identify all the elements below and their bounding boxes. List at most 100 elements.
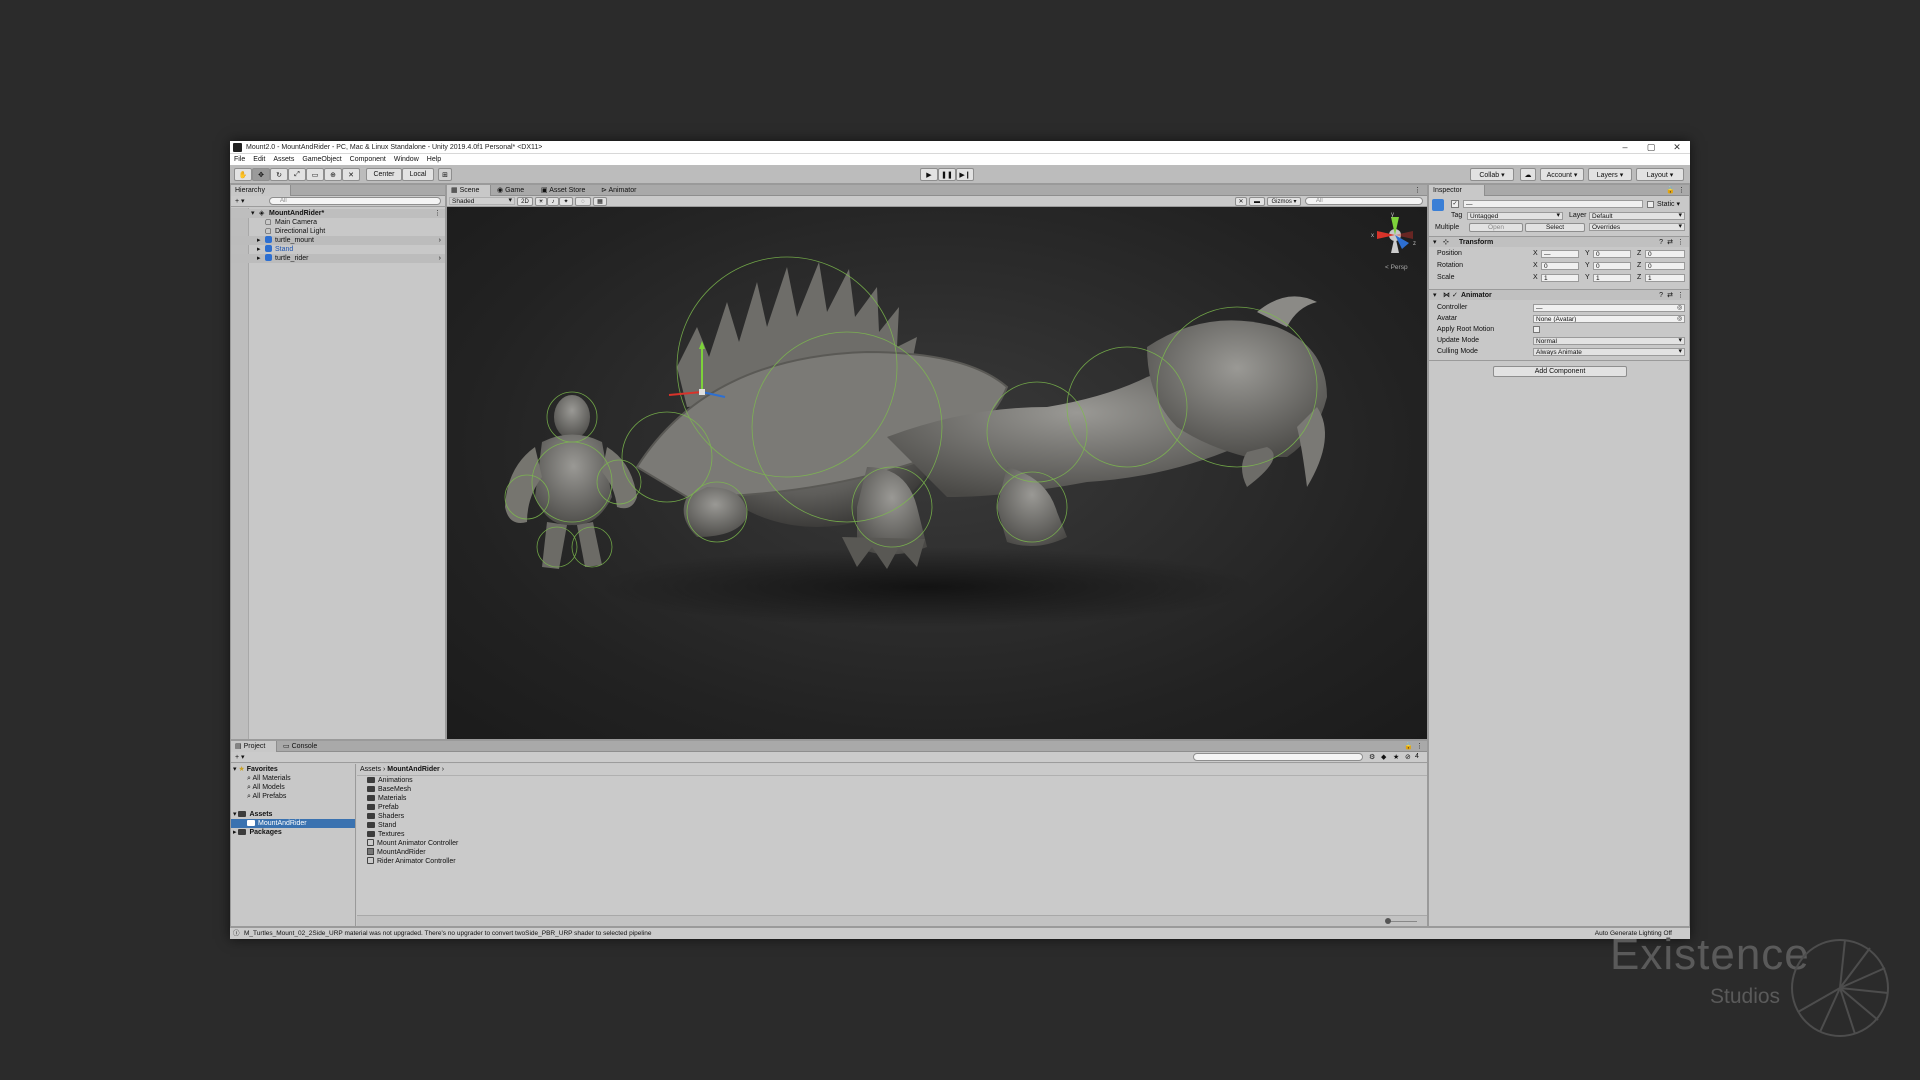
scene-search-input[interactable]: All (1305, 197, 1423, 205)
menu-file[interactable]: File (234, 156, 245, 163)
menu-gameobject[interactable]: GameObject (302, 156, 341, 163)
shading-mode-dropdown[interactable]: Shaded (449, 197, 515, 205)
asset-item[interactable]: MountAndRider (367, 848, 426, 857)
favorite-star-icon[interactable]: ★ (1393, 753, 1399, 761)
tools-icon[interactable]: ✕ (1235, 197, 1247, 206)
minimize-button[interactable]: – (1612, 141, 1638, 154)
object-picker-icon[interactable]: ◎ (1677, 303, 1682, 313)
move-tool-icon[interactable]: ✥ (252, 168, 270, 181)
culling-mode-dropdown[interactable]: Always Animate (1533, 348, 1685, 356)
orientation-gizmo[interactable] (1377, 217, 1413, 253)
foldout-arrow-icon[interactable]: ▾ (233, 811, 237, 818)
object-picker-icon[interactable]: ◎ (1677, 314, 1682, 324)
gameobject-name-field[interactable]: — (1463, 200, 1643, 208)
position-x-field[interactable]: — (1541, 250, 1579, 258)
animator-enabled-checkbox[interactable]: ✓ (1452, 290, 1458, 301)
panel-menu-icon[interactable]: ⋮ (1416, 742, 1423, 750)
rotation-z-field[interactable]: 0 (1645, 262, 1685, 270)
tab-console[interactable]: ▭ Console (279, 741, 325, 752)
asset-item[interactable]: Rider Animator Controller (367, 857, 456, 866)
tab-asset-store[interactable]: ▣ Asset Store (537, 185, 595, 196)
lighting-toggle-icon[interactable]: ☀ (535, 197, 547, 206)
asset-item[interactable]: Materials (367, 794, 406, 803)
hidden-objects-icon[interactable]: ◌ (575, 197, 591, 206)
prefab-select-button[interactable]: Select (1525, 223, 1585, 232)
preset-icon[interactable]: ⇄ (1667, 237, 1673, 248)
favorites-row[interactable]: ▾ ★ Favorites (233, 765, 278, 774)
lock-icon[interactable]: 🔒 (1404, 742, 1413, 750)
active-checkbox[interactable]: ✓ (1451, 200, 1459, 208)
foldout-arrow-icon[interactable]: ▸ (233, 829, 237, 836)
transform-tool-icon[interactable]: ⊕ (324, 168, 342, 181)
scale-z-field[interactable]: 1 (1645, 274, 1685, 282)
add-component-button[interactable]: Add Component (1493, 366, 1627, 377)
foldout-arrow-icon[interactable]: ▾ (1433, 237, 1437, 248)
transform-header[interactable]: ▾ ⊹ Transform ? ⇄ ⋮ (1429, 236, 1689, 247)
foldout-arrow-icon[interactable]: ▾ (233, 766, 237, 773)
component-menu-icon[interactable]: ⋮ (1677, 237, 1684, 248)
position-z-field[interactable]: 0 (1645, 250, 1685, 258)
tab-inspector[interactable]: Inspector (1429, 185, 1485, 196)
asset-item[interactable]: Mount Animator Controller (367, 839, 458, 848)
breadcrumb-mountandrider[interactable]: MountAndRider (387, 766, 440, 773)
asset-item[interactable]: Textures (367, 830, 404, 839)
status-message[interactable]: M_Turtles_Mount_02_2Side_URP material wa… (244, 928, 652, 939)
hierarchy-add-button[interactable]: + ▾ (235, 197, 245, 205)
scene-viewport[interactable]: y x z < Persp (447, 207, 1427, 739)
help-icon[interactable]: ? (1659, 290, 1663, 301)
scene-row[interactable]: ▾ ◈ MountAndRider* ⋮ (231, 209, 445, 218)
pivot-local-toggle[interactable]: Local (402, 168, 434, 181)
effects-toggle-icon[interactable]: ✦ (559, 197, 573, 206)
favorite-all-materials[interactable]: ⌕ All Materials (247, 774, 291, 783)
favorite-all-prefabs[interactable]: ⌕ All Prefabs (247, 792, 286, 801)
hierarchy-item-main-camera[interactable]: ▢ Main Camera (231, 218, 445, 227)
audio-toggle-icon[interactable]: ♪ (547, 197, 559, 206)
icon-size-slider-track[interactable] (1387, 921, 1417, 922)
component-menu-icon[interactable]: ⋮ (1677, 290, 1684, 301)
tab-game[interactable]: ◉ Game (493, 185, 533, 196)
packages-row[interactable]: ▸ Packages (233, 828, 282, 837)
controller-field[interactable]: — (1533, 304, 1685, 312)
2d-toggle[interactable]: 2D (517, 197, 533, 206)
search-by-label-icon[interactable]: ◆ (1381, 753, 1386, 761)
scale-tool-icon[interactable]: ⤢ (288, 168, 306, 181)
asset-item[interactable]: Shaders (367, 812, 404, 821)
foldout-arrow-icon[interactable]: ▾ (1433, 290, 1437, 301)
hidden-packages-icon[interactable]: ⊘ (1405, 753, 1411, 761)
rotate-tool-icon[interactable]: ↻ (270, 168, 288, 181)
grid-toggle-icon[interactable]: ▦ (593, 197, 607, 206)
hierarchy-item-stand[interactable]: ▸ Stand (231, 245, 445, 254)
asset-item[interactable]: BaseMesh (367, 785, 411, 794)
menu-edit[interactable]: Edit (253, 156, 265, 163)
asset-item[interactable]: Prefab (367, 803, 399, 812)
search-by-type-icon[interactable]: ⚙ (1369, 753, 1375, 761)
pause-button[interactable]: ❚❚ (938, 168, 956, 181)
tab-scene[interactable]: ▦ Scene (447, 185, 491, 196)
hierarchy-item-turtle-mount[interactable]: ▸ turtle_mount › (231, 236, 445, 245)
icon-size-slider-handle[interactable] (1385, 918, 1391, 924)
gizmos-dropdown[interactable]: Gizmos ▾ (1267, 197, 1301, 206)
layers-dropdown[interactable]: Layers ▾ (1588, 168, 1632, 181)
prefab-open-button[interactable]: Open (1469, 223, 1523, 232)
snap-icon[interactable]: ⊞ (438, 168, 452, 181)
assets-root-row[interactable]: ▾ Assets (233, 810, 272, 819)
menu-component[interactable]: Component (350, 156, 386, 163)
scale-x-field[interactable]: 1 (1541, 274, 1579, 282)
favorite-all-models[interactable]: ⌕ All Models (247, 783, 285, 792)
help-icon[interactable]: ? (1659, 237, 1663, 248)
hierarchy-item-turtle-rider[interactable]: ▸ turtle_rider › (231, 254, 445, 263)
project-search-input[interactable] (1193, 753, 1363, 761)
close-button[interactable]: ✕ (1664, 141, 1690, 154)
expand-arrow-icon[interactable]: ▸ (257, 254, 261, 263)
tag-dropdown[interactable]: Untagged (1467, 212, 1563, 220)
rect-tool-icon[interactable]: ▭ (306, 168, 324, 181)
custom-tool-icon[interactable]: ✕ (342, 168, 360, 181)
menu-help[interactable]: Help (427, 156, 441, 163)
asset-item[interactable]: Animations (367, 776, 413, 785)
camera-settings-icon[interactable]: ▬ (1249, 197, 1265, 206)
panel-menu-icon[interactable]: ⋮ (1414, 186, 1421, 194)
expand-arrow-icon[interactable]: ▸ (257, 245, 261, 254)
project-add-button[interactable]: + ▾ (235, 753, 245, 761)
account-dropdown[interactable]: Account ▾ (1540, 168, 1584, 181)
static-checkbox[interactable] (1647, 201, 1654, 208)
